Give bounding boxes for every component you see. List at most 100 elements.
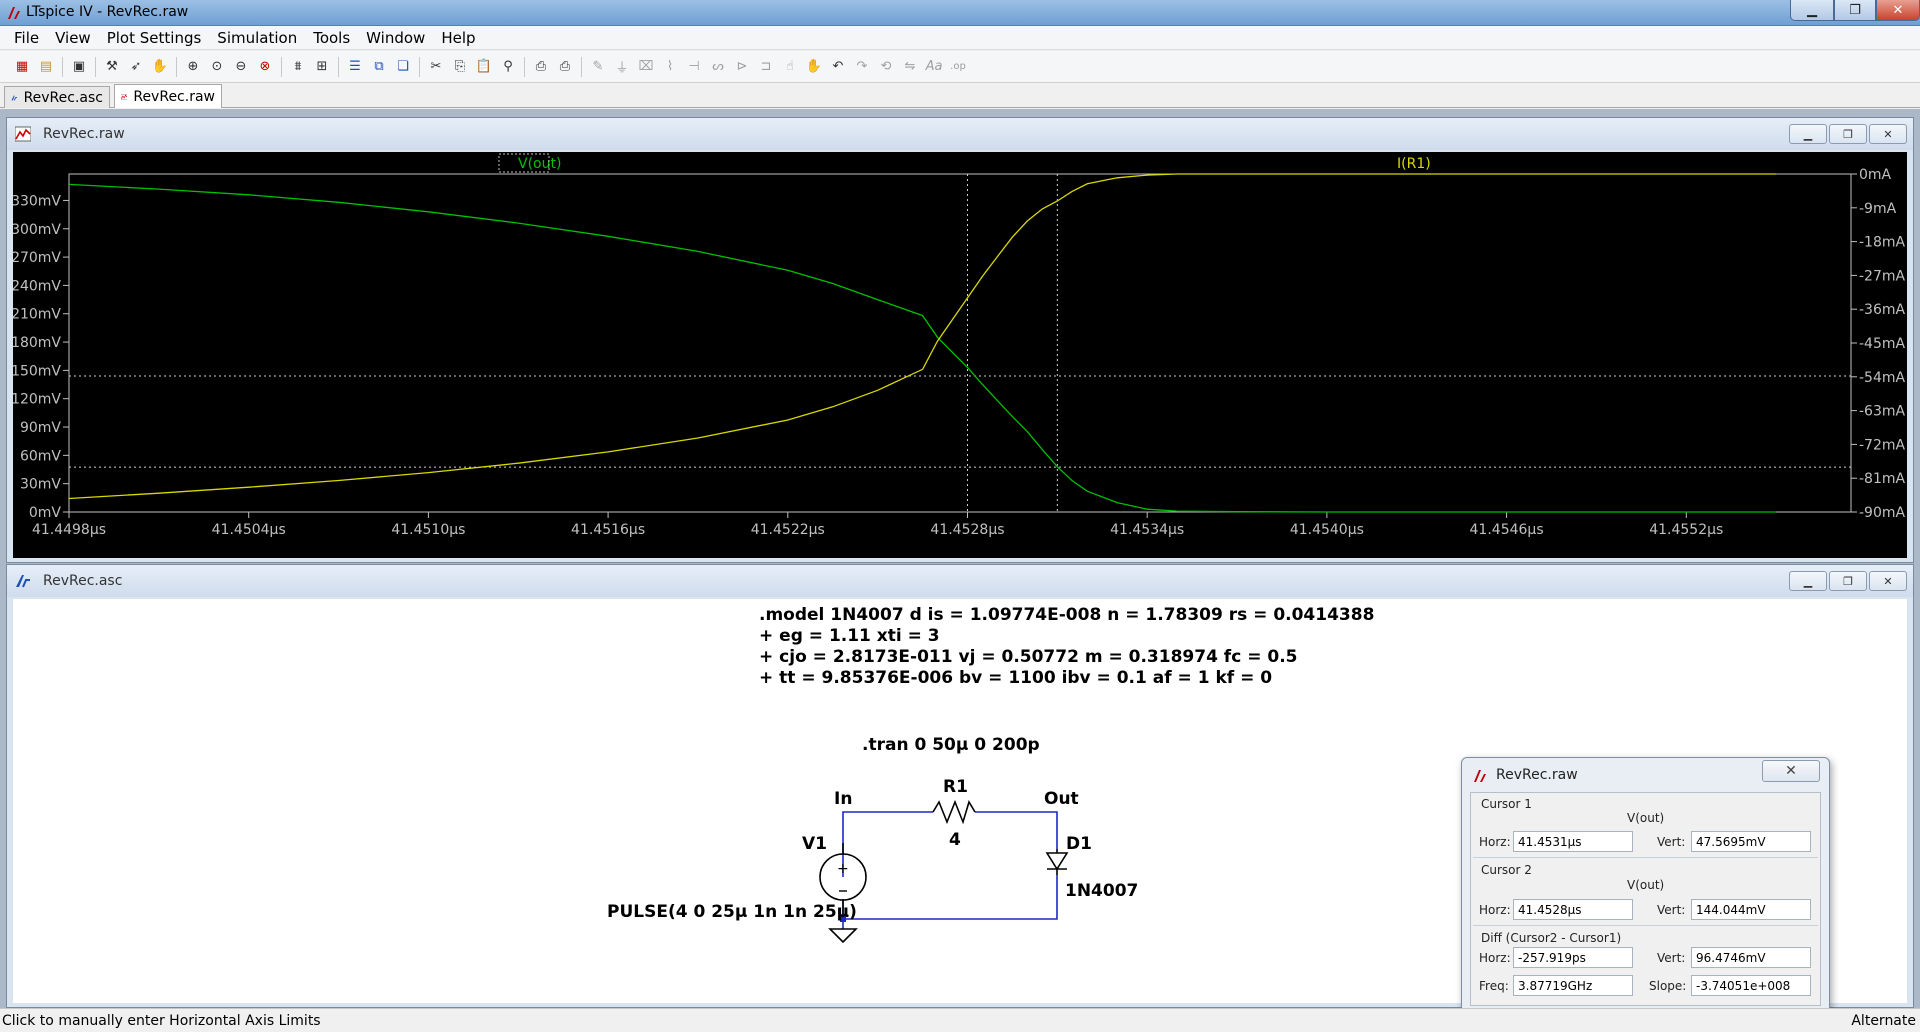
resistor-r1[interactable] <box>932 799 976 825</box>
cascade-icon[interactable]: ❏ <box>393 57 413 77</box>
control-panel-icon[interactable]: ⚒ <box>102 57 122 77</box>
zoom-out-icon[interactable]: ⊖ <box>231 57 251 77</box>
plot-maximize-button[interactable]: ❐ <box>1829 124 1867 144</box>
tran-directive[interactable]: .tran 0 50µ 0 200p <box>862 735 1040 755</box>
save-icon[interactable]: ▣ <box>69 57 89 77</box>
maximize-button[interactable]: ❐ <box>1834 0 1876 21</box>
y-left-tick-label: 240mV <box>13 278 61 294</box>
schematic-window-titlebar[interactable]: RevRec.asc ▁ ❐ ✕ <box>7 565 1913 597</box>
spice-directive-icon[interactable]: .op <box>948 57 968 77</box>
net-label-out[interactable]: Out <box>1044 789 1079 809</box>
menu-view[interactable]: View <box>47 29 99 47</box>
zoom-fit-icon[interactable]: ⊗ <box>255 57 275 77</box>
d1-value-label[interactable]: 1N4007 <box>1065 881 1138 901</box>
cursor1-vert-field[interactable]: 47.5695mV <box>1691 831 1811 852</box>
minimize-icon: ▁ <box>1803 127 1813 141</box>
trace-ir1 <box>68 173 1777 500</box>
tile-vertical-icon[interactable]: ⧉ <box>369 57 389 77</box>
component-icon[interactable]: ⊐ <box>756 57 776 77</box>
minimize-button[interactable]: ▁ <box>1790 0 1834 21</box>
diff-slope-label: Slope: <box>1649 979 1687 993</box>
trace-label-ir1[interactable]: I(R1) <box>1397 156 1431 172</box>
cursor-dialog-close-button[interactable]: ✕ <box>1762 760 1820 782</box>
waveform-chart[interactable]: 330mV 300mV 270mV 240mV 210mV 180mV 150mV 120mV… <box>13 152 1907 558</box>
capacitor-icon[interactable]: ⊣ <box>684 57 704 77</box>
plot-minimize-button[interactable]: ▁ <box>1789 124 1827 144</box>
tab-revrec-raw[interactable]: RevRec.raw <box>114 84 222 108</box>
inductor-icon[interactable]: ᔕ <box>708 57 728 77</box>
mirror-icon[interactable]: ⇋ <box>900 57 920 77</box>
close-button[interactable]: ✕ <box>1876 0 1920 21</box>
model-directive[interactable]: .model 1N4007 d is = 1.09774E-008 n = 1.… <box>759 605 1374 688</box>
autorange-icon[interactable]: ⩩ <box>288 57 308 77</box>
tile-horizontal-icon[interactable]: ☰ <box>345 57 365 77</box>
cursor2-vert-label: Vert: <box>1657 903 1686 917</box>
ground-icon[interactable]: ⏚ <box>612 57 632 77</box>
y-left-tick-label: 30mV <box>20 477 61 493</box>
undo-icon[interactable]: ↶ <box>828 57 848 77</box>
menu-plot-settings[interactable]: Plot Settings <box>99 29 210 47</box>
new-schematic-icon[interactable]: ▦ <box>12 57 32 77</box>
menu-window[interactable]: Window <box>358 29 433 47</box>
cursor2-trace-name[interactable]: V(out) <box>1627 878 1664 892</box>
zoom-box-icon[interactable]: ⊙ <box>207 57 227 77</box>
copy-icon[interactable]: ⎘ <box>450 57 470 77</box>
x-tick-label: 41.4546µs <box>1470 522 1544 538</box>
x-tick-label: 41.4540µs <box>1290 522 1364 538</box>
x-tick-label: 41.4516µs <box>571 522 645 538</box>
diode-d1[interactable] <box>1045 849 1069 875</box>
r1-value-label[interactable]: 4 <box>949 830 961 850</box>
paste-icon[interactable]: 📋 <box>474 57 494 77</box>
y-right-tick-label: -63mA <box>1859 404 1906 420</box>
drag-icon[interactable]: ✋ <box>804 57 824 77</box>
menu-tools[interactable]: Tools <box>305 29 358 47</box>
diode-icon[interactable]: ⊳ <box>732 57 752 77</box>
cursor2-vert-field[interactable]: 144.044mV <box>1691 899 1811 920</box>
diff-horz-field[interactable]: -257.919ps <box>1513 947 1633 968</box>
grid-icon[interactable]: ⊞ <box>312 57 332 77</box>
redo-icon[interactable]: ↷ <box>852 57 872 77</box>
text-icon[interactable]: Aa <box>924 57 944 77</box>
plot-close-button[interactable]: ✕ <box>1869 124 1907 144</box>
toolbar: ▦ ▤ ▣ ⚒ ➶ ✋ ⊕ ⊙ ⊖ ⊗ ⩩ ⊞ ☰ ⧉ ❏ ✂ ⎘ 📋 ⚲ ⎙ … <box>0 51 1920 83</box>
plot-pane[interactable]: 330mV 300mV 270mV 240mV 210mV 180mV 150mV 120mV… <box>13 152 1907 558</box>
schematic-minimize-button[interactable]: ▁ <box>1789 571 1827 591</box>
cursor1-horz-field[interactable]: 41.4531µs <box>1513 831 1633 852</box>
schematic-close-button[interactable]: ✕ <box>1869 571 1907 591</box>
resistor-icon[interactable]: ⌇ <box>660 57 680 77</box>
wires[interactable] <box>842 811 1058 920</box>
menu-simulation[interactable]: Simulation <box>209 29 305 47</box>
tab-revrec-asc[interactable]: RevRec.asc <box>4 86 110 108</box>
halt-icon[interactable]: ✋ <box>150 57 170 77</box>
cursor-dialog-titlebar[interactable]: RevRec.raw ✕ <box>1462 758 1829 790</box>
schematic-maximize-button[interactable]: ❐ <box>1829 571 1867 591</box>
v1-value-label[interactable]: PULSE(4 0 25µ 1n 1n 25µ) <box>607 902 857 922</box>
trace-label-vout[interactable]: V(out) <box>518 156 561 172</box>
cut-icon[interactable]: ✂ <box>426 57 446 77</box>
label-icon[interactable]: ⌧ <box>636 57 656 77</box>
waveform-icon <box>15 126 31 142</box>
plot-window-titlebar[interactable]: RevRec.raw ▁ ❐ ✕ <box>7 118 1913 150</box>
diff-slope-field[interactable]: -3.74051e+008 <box>1691 975 1811 996</box>
find-icon[interactable]: ⚲ <box>498 57 518 77</box>
y-left-tick-label: 270mV <box>13 250 61 266</box>
run-icon[interactable]: ➶ <box>126 57 146 77</box>
zoom-in-icon[interactable]: ⊕ <box>183 57 203 77</box>
y-right-tick-label: -81mA <box>1859 471 1906 487</box>
diff-freq-field[interactable]: 3.87719GHz <box>1513 975 1633 996</box>
print-preview-icon[interactable]: ⎙ <box>531 57 551 77</box>
wire-icon[interactable]: ✎ <box>588 57 608 77</box>
cursor1-trace-name[interactable]: V(out) <box>1627 811 1664 825</box>
cursor2-horz-field[interactable]: 41.4528µs <box>1513 899 1633 920</box>
y-right-tick-label: -18mA <box>1859 235 1906 251</box>
net-label-in[interactable]: In <box>834 789 852 809</box>
print-icon[interactable]: ⎙ <box>555 57 575 77</box>
rotate-icon[interactable]: ⟲ <box>876 57 896 77</box>
ltspice-app-icon <box>8 7 20 19</box>
diff-vert-field[interactable]: 96.4746mV <box>1691 947 1811 968</box>
open-icon[interactable]: ▤ <box>36 57 56 77</box>
menu-help[interactable]: Help <box>433 29 483 47</box>
status-message: Click to manually enter Horizontal Axis … <box>2 1013 321 1029</box>
menu-file[interactable]: File <box>6 29 47 47</box>
move-icon[interactable]: ☝ <box>780 57 800 77</box>
